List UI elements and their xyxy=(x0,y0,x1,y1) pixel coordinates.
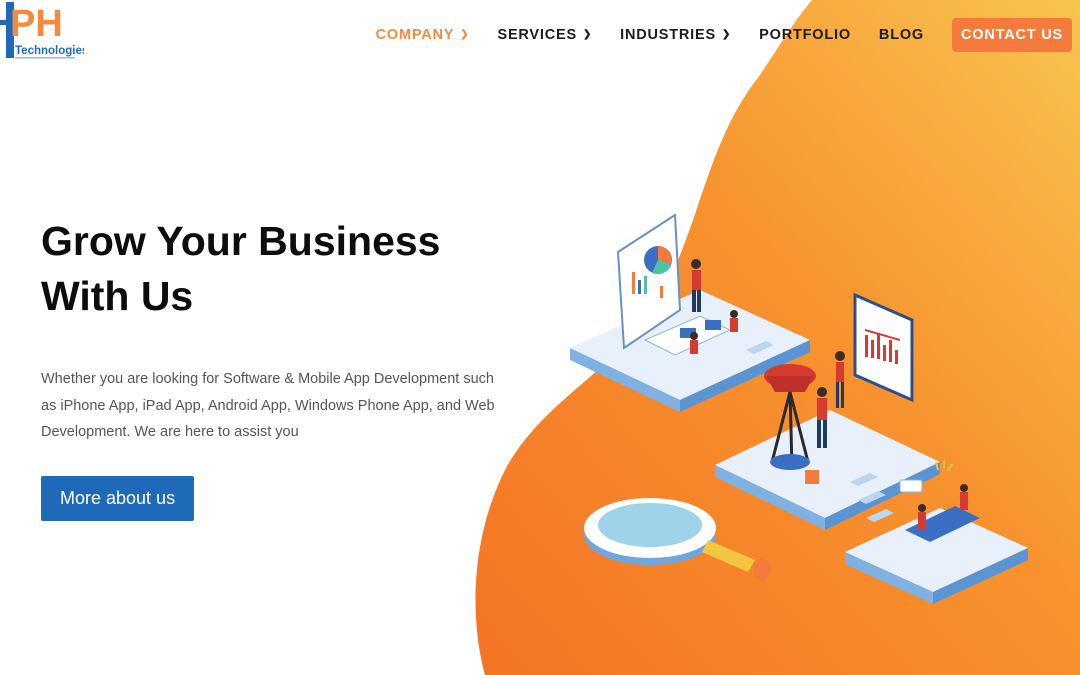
nav-item-label: INDUSTRIES xyxy=(620,27,716,43)
contact-us-button[interactable]: CONTACT US xyxy=(952,18,1072,52)
nav-item-blog[interactable]: BLOG xyxy=(879,27,924,43)
hero-section: Grow Your Business With Us Whether you a… xyxy=(41,214,511,521)
main-navigation: COMPANY ❯ SERVICES ❯ INDUSTRIES ❯ PORTFO… xyxy=(348,18,1072,52)
chevron-down-icon: ❯ xyxy=(460,28,470,40)
company-logo[interactable]: PH Technologies xyxy=(0,0,84,64)
nav-item-services[interactable]: SERVICES ❯ xyxy=(497,27,592,43)
hero-title-line-2: With Us xyxy=(41,273,194,319)
magnifying-glass-icon xyxy=(584,498,771,580)
chevron-down-icon: ❯ xyxy=(721,28,732,40)
chevron-down-icon: ❯ xyxy=(582,28,593,40)
hero-title: Grow Your Business With Us xyxy=(41,214,511,324)
isometric-business-team-illustration xyxy=(570,213,1028,604)
logo-letters: PH xyxy=(10,3,63,45)
nav-item-industries[interactable]: INDUSTRIES ❯ xyxy=(620,27,731,43)
nav-item-portfolio[interactable]: PORTFOLIO xyxy=(759,27,851,43)
logo-subtitle: Technologies xyxy=(15,45,84,57)
nav-item-label: PORTFOLIO xyxy=(759,27,851,43)
nav-item-label: BLOG xyxy=(878,27,925,43)
hero-title-line-1: Grow Your Business xyxy=(41,218,441,264)
nav-item-label: COMPANY xyxy=(375,27,455,43)
nav-item-label: SERVICES xyxy=(497,27,577,43)
nav-item-company[interactable]: COMPANY ❯ xyxy=(376,27,470,43)
hero-description: Whether you are looking for Software & M… xyxy=(41,371,495,440)
more-about-us-button[interactable]: More about us xyxy=(41,475,195,521)
